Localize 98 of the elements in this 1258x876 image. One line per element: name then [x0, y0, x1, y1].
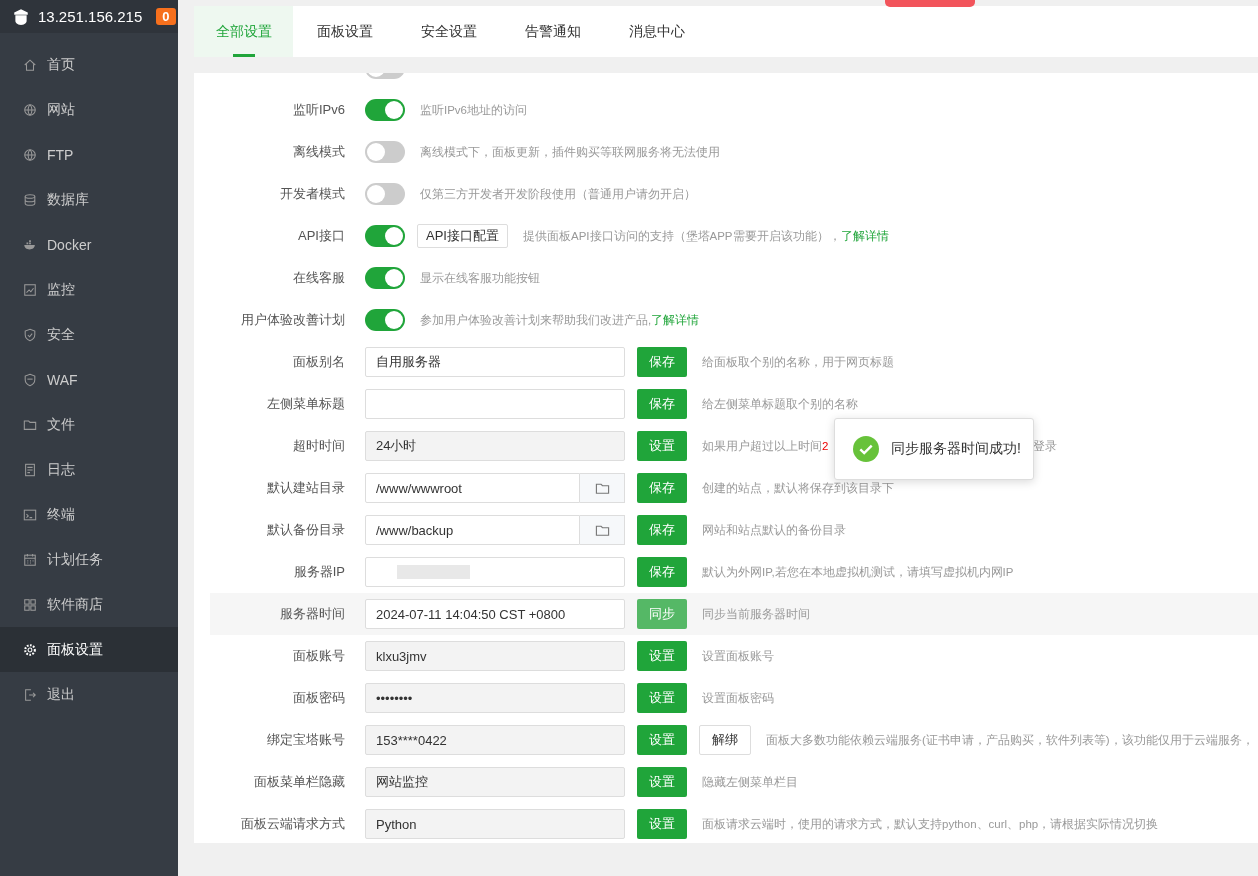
database-icon — [23, 192, 37, 207]
globe-icon — [23, 147, 37, 162]
setting-description: 面板请求云端时，使用的请求方式，默认支持python、curl、php，请根据实际情况切换 — [702, 816, 1159, 832]
sidebar-item[interactable]: 终端 — [0, 492, 178, 537]
folder-button[interactable] — [580, 473, 625, 503]
tab[interactable]: 告警通知 — [501, 6, 605, 57]
setting-description: 网站和站点默认的备份目录 — [702, 522, 846, 538]
grid-icon — [23, 597, 37, 612]
logout-icon — [23, 687, 37, 702]
input-field[interactable] — [365, 389, 625, 419]
setting-description: 仅第三方开发者开发阶段使用（普通用户请勿开启） — [420, 186, 696, 202]
tab[interactable]: 消息中心 — [605, 6, 709, 57]
setting-label: 监听IPv6 — [292, 101, 345, 119]
setting-label: 服务器IP — [292, 563, 345, 581]
setting-description: 参加用户体验改善计划来帮助我们改进产品, — [420, 312, 652, 328]
folder-icon — [23, 417, 37, 432]
setting-label: 左侧菜单标题 — [266, 395, 345, 413]
sidebar-item[interactable]: 退出 — [0, 672, 178, 717]
input-field[interactable]: •••••••• — [365, 683, 625, 713]
sidebar-item[interactable]: FTP — [0, 132, 178, 177]
input-field[interactable]: 2024-07-11 14:04:50 CST +0800 — [365, 599, 625, 629]
setting-label: 面板密码 — [292, 689, 345, 707]
setting-description: 给面板取个别的名称，用于网页标题 — [702, 354, 894, 370]
document-icon — [23, 462, 37, 477]
sidebar-item[interactable]: 面板设置 — [0, 627, 178, 672]
toast-text: 同步服务器时间成功! — [891, 440, 1021, 458]
logo-icon — [12, 7, 30, 26]
input-field[interactable]: klxu3jmv — [365, 641, 625, 671]
setting-label: 默认建站目录 — [266, 479, 345, 497]
setting-description: 隐藏左侧菜单栏目 — [702, 774, 798, 790]
setting-label: 绑定宝塔账号 — [266, 731, 345, 749]
setting-label: 面板云端请求方式 — [240, 815, 345, 833]
input-field[interactable]: 153****0422 — [365, 725, 625, 755]
setting-label: 在线客服 — [292, 269, 345, 287]
sidebar-item[interactable]: 数据库 — [0, 177, 178, 222]
setting-label: 用户体验改善计划 — [240, 311, 345, 329]
input-field[interactable]: 24小时 — [365, 431, 625, 461]
setting-label: 开发者模式 — [279, 185, 345, 203]
setting-description: 登录 — [1033, 438, 1058, 454]
setting-label: 面板账号 — [292, 647, 345, 665]
tab[interactable]: 面板设置 — [293, 6, 397, 57]
sidebar-item[interactable]: WAF — [0, 357, 178, 402]
input-field[interactable]: /www/backup — [365, 515, 580, 545]
config-button[interactable]: API接口配置 — [417, 224, 508, 248]
setting-label: 面板别名 — [292, 353, 345, 371]
shield-icon — [23, 327, 37, 342]
setting-description: 监听IPv6地址的访问 — [420, 102, 527, 118]
sidebar-item[interactable]: 首页 — [0, 42, 178, 87]
setting-description: 同步当前服务器时间 — [702, 606, 810, 622]
setting-label: API接口 — [297, 227, 345, 245]
setting-description: 显示在线客服功能按钮 — [420, 270, 540, 286]
setting-label: 默认备份目录 — [266, 521, 345, 539]
tab[interactable]: 安全设置 — [397, 6, 501, 57]
server-address: 13.251.156.215 — [38, 8, 143, 25]
sidebar-item[interactable]: 网站 — [0, 87, 178, 132]
toggle-switch[interactable] — [365, 183, 405, 205]
sidebar-item[interactable]: 监控 — [0, 267, 178, 312]
settings-icon — [23, 642, 37, 657]
input-field[interactable]: /www/wwwroot — [365, 473, 580, 503]
sidebar-item[interactable]: 日志 — [0, 447, 178, 492]
input-field[interactable]: Python — [365, 809, 625, 839]
setting-description: 设置面板密码 — [702, 690, 774, 706]
setting-description: 默认为外网IP,若您在本地虚拟机测试，请填写虚拟机内网IP — [702, 564, 1014, 580]
input-field[interactable]: 网站监控 — [365, 767, 625, 797]
setting-label: 服务器时间 — [279, 605, 345, 623]
sidebar-item[interactable]: 软件商店 — [0, 582, 178, 627]
setting-label: 面板菜单栏隐藏 — [253, 773, 345, 791]
toggle-switch[interactable] — [365, 225, 405, 247]
toggle-switch[interactable] — [365, 309, 405, 331]
setting-label: 离线模式 — [292, 143, 345, 161]
sidebar-item[interactable]: 文件 — [0, 402, 178, 447]
setting-label: 超时时间 — [292, 437, 345, 455]
setting-description: 面板大多数功能依赖云端服务(证书申请，产品购买，软件列表等)，该功能仅用于云端服务， — [766, 732, 1254, 748]
notification-tab[interactable] — [885, 0, 975, 7]
setting-description: 如果用户超过以上时间2 — [702, 438, 829, 454]
notification-count: 0 — [156, 8, 176, 25]
check-icon — [853, 436, 879, 462]
calendar-icon — [23, 552, 37, 567]
setting-description: 创建的站点，默认将保存到该目录下 — [702, 480, 894, 496]
input-field[interactable]: 自用服务器 — [365, 347, 625, 377]
setting-description: 给左侧菜单标题取个别的名称 — [702, 396, 858, 412]
setting-description: 提供面板API接口访问的支持（堡塔APP需要开启该功能）， — [522, 228, 841, 244]
home-icon — [23, 57, 37, 72]
whale-icon — [23, 237, 37, 252]
sidebar-item[interactable]: Docker — [0, 222, 178, 267]
terminal-icon — [23, 507, 37, 522]
toggle-switch[interactable] — [365, 267, 405, 289]
sidebar-item[interactable]: 计划任务 — [0, 537, 178, 582]
monitor-icon — [23, 282, 37, 297]
shield-icon — [23, 372, 37, 387]
globe-icon — [23, 102, 37, 117]
setting-description: 离线模式下，面板更新，插件购买等联网服务将无法使用 — [420, 144, 720, 160]
sidebar-item[interactable]: 安全 — [0, 312, 178, 357]
toggle-switch[interactable] — [365, 99, 405, 121]
folder-button[interactable] — [580, 515, 625, 545]
unbind-button[interactable]: 解绑 — [699, 725, 751, 755]
setting-description: 设置面板账号 — [702, 648, 774, 664]
toggle-switch[interactable] — [365, 141, 405, 163]
